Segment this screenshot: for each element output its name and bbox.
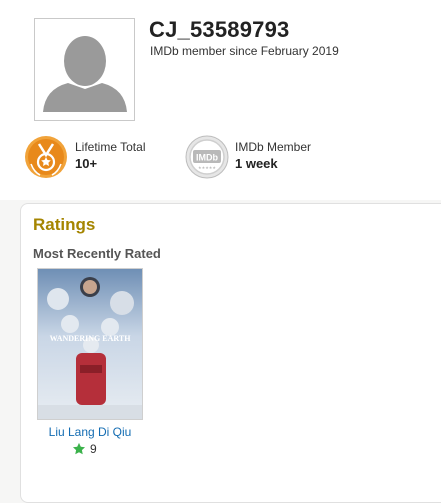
- star-icon: [72, 442, 86, 455]
- poster-title-text: WANDERING EARTH: [50, 334, 132, 343]
- most-recently-rated-label: Most Recently Rated: [33, 246, 161, 261]
- badge-lifetime-total[interactable]: Lifetime Total 10+: [24, 135, 174, 179]
- user-silhouette-icon: [35, 19, 134, 120]
- badge-imdb-member[interactable]: IMDb ★★★★★ IMDb Member 1 week: [185, 135, 335, 179]
- poster-image: WANDERING EARTH: [38, 269, 142, 419]
- imdb-seal-icon: IMDb ★★★★★: [185, 135, 229, 179]
- avatar[interactable]: [34, 18, 135, 121]
- movie-poster[interactable]: WANDERING EARTH: [37, 268, 143, 420]
- movie-title-link[interactable]: Liu Lang Di Qiu: [36, 425, 144, 439]
- medal-icon: [25, 136, 67, 178]
- svg-text:★★★★★: ★★★★★: [198, 165, 216, 170]
- badge-label: IMDb Member: [235, 140, 312, 154]
- member-since-text: IMDb member since February 2019: [150, 44, 339, 58]
- ratings-title[interactable]: Ratings: [33, 215, 95, 235]
- username: CJ_53589793: [149, 17, 290, 42]
- badge-value: 10+: [75, 156, 98, 171]
- profile-header: CJ_53589793 IMDb member since February 2…: [0, 0, 441, 200]
- rating-value: 9: [90, 442, 97, 456]
- badge-value: 1 week: [235, 156, 278, 171]
- imdb-seal-text: IMDb: [196, 153, 218, 163]
- badge-label: Lifetime Total: [75, 140, 146, 154]
